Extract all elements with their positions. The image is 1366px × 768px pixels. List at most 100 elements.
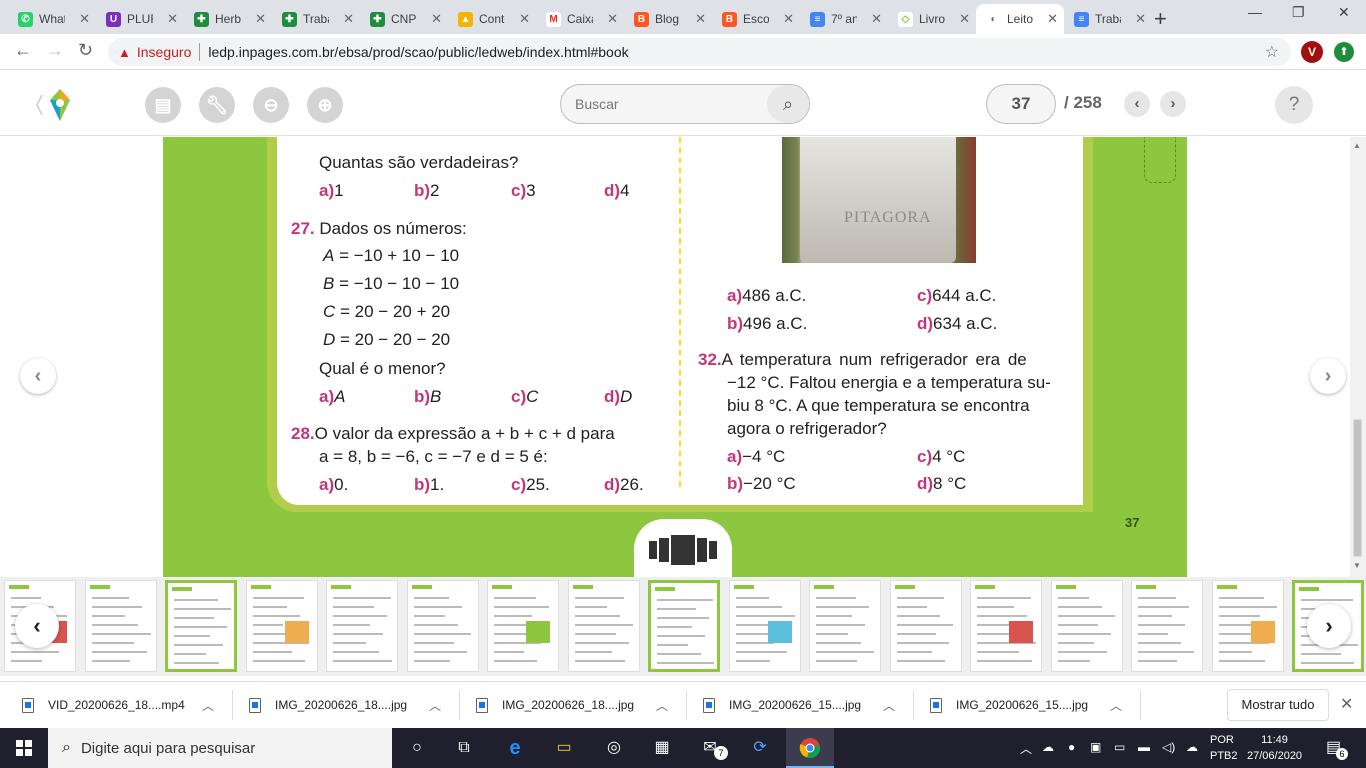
page-thumbnail[interactable] xyxy=(165,580,237,672)
browser-tab[interactable]: ≡ 7º ano ✕ xyxy=(800,4,888,34)
tab-close-icon[interactable]: ✕ xyxy=(783,11,794,27)
page-thumbnail[interactable] xyxy=(84,580,157,672)
cortana-icon[interactable]: ○ xyxy=(405,736,429,760)
browser-tab[interactable]: ✆ WhatsApp ✕ xyxy=(8,4,96,34)
page-thumbnail[interactable] xyxy=(567,580,640,672)
close-window-button[interactable]: ✕ xyxy=(1338,4,1350,21)
zoom-in-icon[interactable]: ⊕ xyxy=(307,87,343,123)
vertical-scrollbar[interactable]: ▲ ▼ xyxy=(1350,137,1366,577)
weather-icon[interactable]: ☁ xyxy=(1042,740,1054,754)
url-text[interactable]: ledp.inpages.com.br/ebsa/prod/scao/publi… xyxy=(208,44,628,60)
prev-page-arrow-icon[interactable]: ‹ xyxy=(20,358,56,394)
chrome-taskbar-icon[interactable] xyxy=(786,728,834,768)
back-arrow-icon[interactable]: ← xyxy=(14,40,32,61)
file-explorer-icon[interactable]: ▭ xyxy=(552,736,576,760)
page-thumbnail[interactable] xyxy=(889,580,962,672)
bookmark-icon[interactable] xyxy=(1144,137,1176,183)
tab-close-icon[interactable]: ✕ xyxy=(431,11,442,27)
toc-book-icon[interactable]: ▤ xyxy=(145,87,181,123)
browser-tab[interactable]: ✚ CNP ✕ xyxy=(360,4,448,34)
browser-tab[interactable]: ▲ Conteúdo ✕ xyxy=(448,4,536,34)
next-page-arrow-icon[interactable]: › xyxy=(1310,358,1346,394)
address-bar[interactable]: ▲ Inseguro ledp.inpages.com.br/ebsa/prod… xyxy=(108,38,1291,66)
browser-tab[interactable]: ◐ Leitor ✕ xyxy=(976,4,1064,34)
prev-page-icon[interactable]: ‹ xyxy=(1124,91,1150,117)
chevron-up-icon[interactable]: ︿ xyxy=(883,697,895,714)
page-thumbnail[interactable] xyxy=(728,580,801,672)
language-indicator[interactable]: POR PTB2 xyxy=(1210,732,1238,764)
bookmark-star-icon[interactable]: ☆ xyxy=(1265,42,1279,62)
browser-tab[interactable]: B Blog ✕ xyxy=(624,4,712,34)
obs-icon[interactable]: ◎ xyxy=(602,736,626,760)
tab-close-icon[interactable]: ✕ xyxy=(1047,11,1058,27)
task-view-icon[interactable]: ⧉ xyxy=(452,736,476,760)
search-icon[interactable]: ⌕ xyxy=(767,85,809,123)
tab-close-icon[interactable]: ✕ xyxy=(343,11,354,27)
download-item[interactable]: IMG_20200626_18....jpg ︿ xyxy=(476,682,686,728)
tab-close-icon[interactable]: ✕ xyxy=(79,11,90,27)
page-number-input[interactable]: 37 xyxy=(986,84,1056,124)
reload-icon[interactable]: ↻ xyxy=(78,40,93,61)
page-thumbnail[interactable] xyxy=(648,580,720,672)
tab-close-icon[interactable]: ✕ xyxy=(519,11,530,27)
clock[interactable]: 11:49 27/06/2020 xyxy=(1247,732,1302,764)
help-button[interactable]: ? xyxy=(1275,86,1313,124)
page-thumbnail[interactable] xyxy=(245,580,318,672)
scrollbar-thumb[interactable] xyxy=(1353,419,1362,557)
onedrive-icon[interactable]: ☁ xyxy=(1186,740,1198,754)
scroll-down-icon[interactable]: ▼ xyxy=(1353,561,1361,570)
thumbs-next-icon[interactable]: › xyxy=(1307,604,1351,648)
thumbs-prev-icon[interactable]: ‹ xyxy=(15,604,59,648)
page-thumbnail[interactable] xyxy=(1211,580,1284,672)
browser-tab[interactable]: ✚ Herbert ✕ xyxy=(184,4,272,34)
browser-tab[interactable]: ≡ Trabalho ✕ xyxy=(1064,4,1152,34)
battery-icon[interactable]: ▬ xyxy=(1138,740,1150,754)
download-item[interactable]: IMG_20200626_15....jpg ︿ xyxy=(930,682,1140,728)
browser-tab[interactable]: M Caixa ✕ xyxy=(536,4,624,34)
forward-arrow-icon[interactable]: → xyxy=(46,40,64,61)
new-tab-button[interactable]: + xyxy=(1154,6,1167,32)
edge-icon[interactable]: e xyxy=(503,736,527,760)
show-all-button[interactable]: Mostrar tudo xyxy=(1227,689,1329,721)
network-icon[interactable]: ▭ xyxy=(1114,740,1125,754)
download-item[interactable]: IMG_20200626_15....jpg ︿ xyxy=(703,682,913,728)
windows-start-icon[interactable] xyxy=(16,740,32,756)
tab-close-icon[interactable]: ✕ xyxy=(695,11,706,27)
page-thumbnail[interactable] xyxy=(406,580,479,672)
chevron-up-icon[interactable]: ︿ xyxy=(429,697,441,714)
page-thumbnail[interactable] xyxy=(487,580,559,672)
insecure-label[interactable]: Inseguro xyxy=(137,44,191,60)
scroll-up-icon[interactable]: ▲ xyxy=(1353,141,1361,150)
tools-wrench-icon[interactable]: 🔧︎ xyxy=(199,87,235,123)
profile-avatar[interactable]: V xyxy=(1301,41,1323,63)
next-page-icon[interactable]: › xyxy=(1160,91,1186,117)
tray-chevron-icon[interactable]: ︿ xyxy=(1020,740,1032,757)
volume-icon[interactable]: ◁) xyxy=(1162,740,1175,754)
page-thumbnail[interactable] xyxy=(326,580,398,672)
browser-tab[interactable]: U PLURALL ✕ xyxy=(96,4,184,34)
page-thumbnail[interactable] xyxy=(970,580,1042,672)
download-item[interactable]: IMG_20200626_18....jpg ︿ xyxy=(249,682,459,728)
tab-close-icon[interactable]: ✕ xyxy=(871,11,882,27)
extension-icon[interactable]: ⬆ xyxy=(1334,42,1354,62)
store-icon[interactable]: ▦ xyxy=(650,736,674,760)
zoom-out-icon[interactable]: ⊖ xyxy=(253,87,289,123)
photos-icon[interactable]: ⟳ xyxy=(748,736,772,760)
tab-close-icon[interactable]: ✕ xyxy=(607,11,618,27)
tab-close-icon[interactable]: ✕ xyxy=(255,11,266,27)
ledp-logo-icon[interactable] xyxy=(34,87,74,123)
taskbar-search[interactable]: ⌕ Digite aqui para pesquisar xyxy=(48,728,392,768)
search-input[interactable] xyxy=(575,94,765,114)
chevron-up-icon[interactable]: ︿ xyxy=(656,697,668,714)
chevron-up-icon[interactable]: ︿ xyxy=(202,697,214,714)
page-thumbnail[interactable] xyxy=(1131,580,1203,672)
page-thumbnail[interactable] xyxy=(1050,580,1123,672)
tab-close-icon[interactable]: ✕ xyxy=(167,11,178,27)
tab-close-icon[interactable]: ✕ xyxy=(959,11,970,27)
download-item[interactable]: VID_20200626_18....mp4 ︿ xyxy=(22,682,232,728)
tab-close-icon[interactable]: ✕ xyxy=(1135,11,1146,27)
microphone-icon[interactable]: ● xyxy=(1068,740,1075,754)
browser-tab[interactable]: ◇ Livro ✕ xyxy=(888,4,976,34)
browser-tab[interactable]: ✚ Trabalho ✕ xyxy=(272,4,360,34)
browser-tab[interactable]: B Escola ✕ xyxy=(712,4,800,34)
